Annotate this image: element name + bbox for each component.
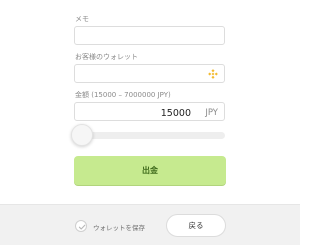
amount-slider-track[interactable] <box>74 132 225 139</box>
withdraw-button[interactable]: 出金 <box>74 156 226 185</box>
memo-input[interactable] <box>74 26 225 45</box>
wallet-label: お客様のウォレット <box>75 53 138 61</box>
amount-unit: JPY <box>205 108 218 118</box>
save-wallet-label: ウォレットを保存 <box>93 224 145 232</box>
save-wallet-checkbox[interactable] <box>75 220 87 232</box>
footer-bar: ウォレットを保存 戻る <box>0 204 300 245</box>
binance-diamond-icon <box>208 69 218 79</box>
back-button[interactable]: 戻る <box>166 214 226 237</box>
wallet-input[interactable] <box>74 64 225 83</box>
withdrawal-page: メモ お客様のウォレット 金額 (15000 – 7000000 JPY) 15… <box>0 0 300 245</box>
amount-label: 金額 (15000 – 7000000 JPY) <box>75 91 171 99</box>
amount-value: 15000 <box>160 108 191 119</box>
checkmark-icon <box>78 224 85 230</box>
withdrawal-form: メモ お客様のウォレット 金額 (15000 – 7000000 JPY) 15… <box>0 0 300 204</box>
amount-input[interactable]: 15000 JPY <box>74 102 225 121</box>
memo-label: メモ <box>75 15 89 23</box>
amount-slider-thumb[interactable] <box>71 124 93 146</box>
